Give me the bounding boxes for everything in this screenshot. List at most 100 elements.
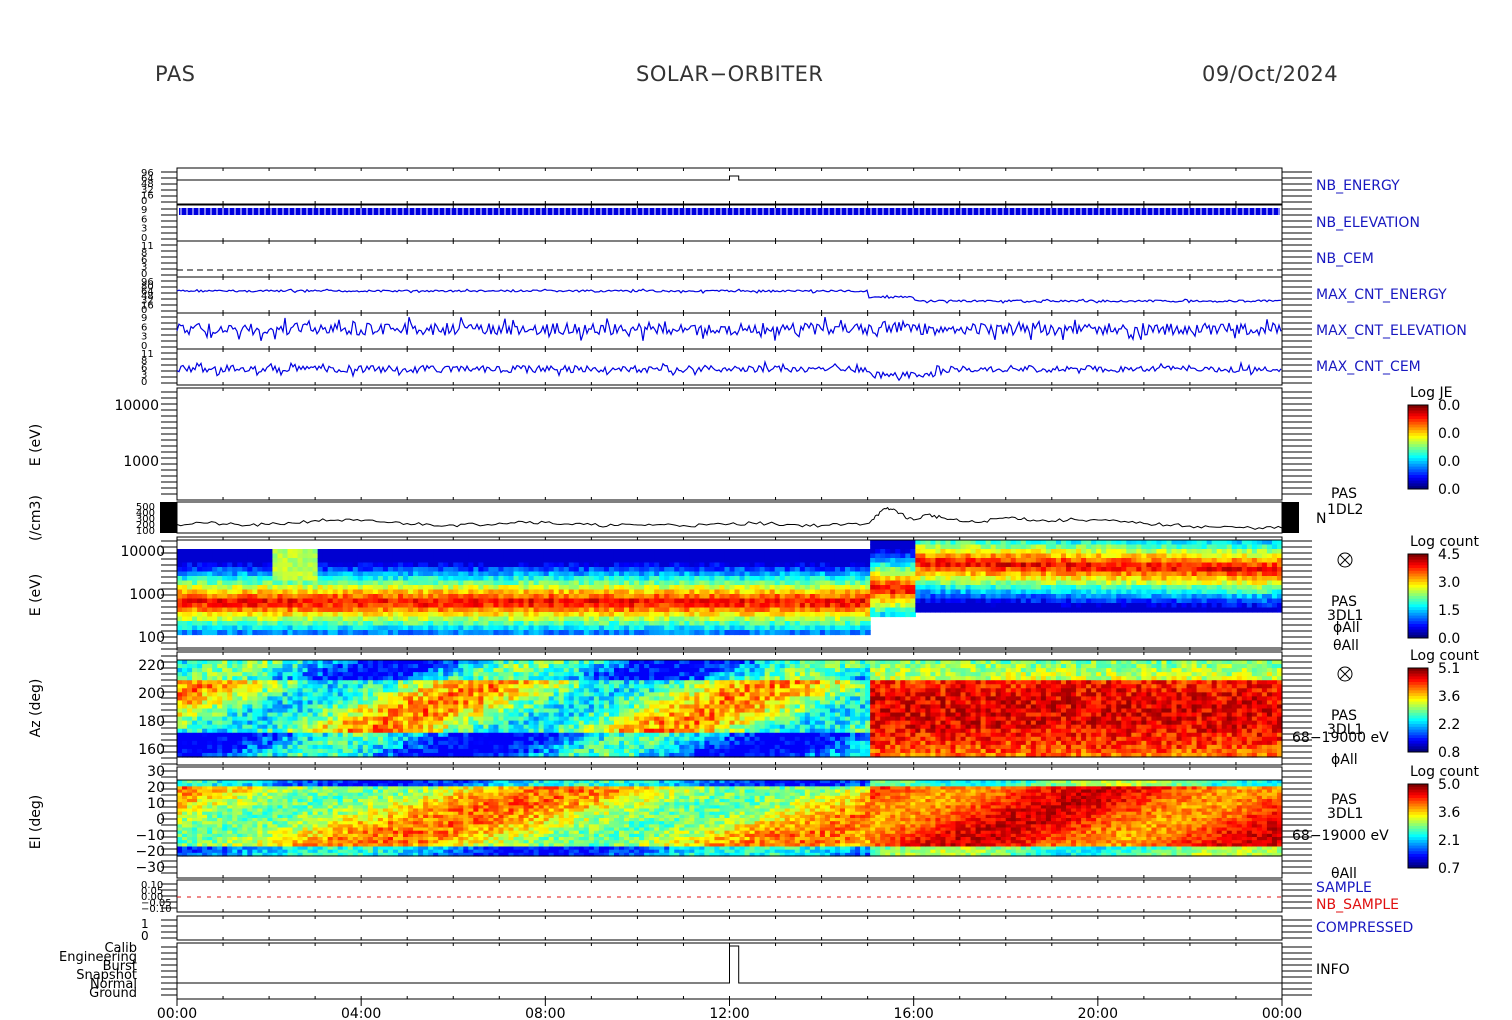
spectrogram-cell (207, 594, 213, 600)
spectrogram-cell (367, 612, 374, 618)
spectrogram-cell (729, 625, 736, 631)
spectrogram-cell (674, 625, 680, 631)
spectrogram-cell (488, 558, 495, 564)
spectrogram-cell (910, 612, 916, 618)
spectrogram-cell (307, 558, 314, 564)
spectrogram-cell (583, 598, 590, 604)
spectrogram-cell (644, 616, 650, 622)
spectrogram-cell (634, 594, 640, 600)
spectrogram-cell (940, 544, 947, 550)
spectrogram-cell (247, 621, 253, 627)
spectrogram-cell (558, 585, 565, 591)
spectrogram-cell (177, 621, 183, 627)
spectrogram-cell (834, 598, 841, 604)
spectrogram-cell (1171, 576, 1178, 582)
spectrogram-cell (845, 562, 851, 568)
spectrogram-cell (563, 580, 570, 586)
spectrogram-cell (232, 576, 238, 582)
spectrogram-cell (1081, 576, 1087, 582)
spectrogram-cell (895, 576, 901, 582)
spectrogram-cell (503, 603, 510, 609)
spectrogram-cell (679, 549, 685, 555)
spectrogram-cell (357, 549, 364, 555)
spectrogram-cell (227, 603, 233, 609)
spectrogram-cell (337, 576, 344, 582)
spectrogram-cell (182, 562, 188, 568)
spectrogram-cell (1066, 562, 1072, 568)
spectrogram-cell (528, 594, 535, 600)
spectrogram-cell (649, 598, 655, 604)
spectrogram-cell (714, 616, 721, 622)
spectrogram-cell (192, 607, 198, 613)
spectrogram-cell (523, 567, 530, 573)
spectrogram-cell (789, 616, 796, 622)
spectrogram-cell (1196, 571, 1203, 577)
spectrogram-cell (965, 558, 972, 564)
spectrogram-cell (910, 567, 916, 573)
spectrogram-cell (1156, 580, 1163, 586)
spectrogram-cell (1081, 562, 1087, 568)
spectrogram-cell (207, 553, 213, 559)
spectrogram-cell (870, 612, 876, 618)
spectrogram-cell (177, 562, 183, 568)
spectrogram-cell (282, 589, 289, 595)
spectrogram-cell (1271, 558, 1278, 564)
spectrogram-cell (654, 589, 660, 595)
spectrogram-cell (774, 607, 781, 613)
spectrogram-cell (975, 589, 982, 595)
spectrogram-cell (1106, 567, 1112, 573)
spectrogram-cell (1005, 598, 1012, 604)
spectrogram-cell (1136, 558, 1142, 564)
spectrogram-cell (337, 549, 344, 555)
spectrogram-cell (433, 571, 439, 577)
spectrogram-cell (1206, 603, 1213, 609)
spectrogram-cell (714, 630, 721, 636)
spectrogram-cell (669, 567, 675, 573)
spectrogram-cell (438, 612, 444, 618)
spectrogram-cell (448, 603, 454, 609)
spectrogram-cell (282, 598, 289, 604)
spectrogram-cell (297, 553, 304, 559)
spectrogram-cell (398, 580, 404, 586)
spectrogram-cell (392, 621, 399, 627)
spectrogram-cell (192, 562, 198, 568)
spectrogram-cell (679, 567, 685, 573)
spectrogram-cell (794, 598, 801, 604)
spectrogram-cell (312, 585, 319, 591)
spectrogram-cell (352, 616, 359, 622)
spectrogram-cell (533, 562, 540, 568)
spectrogram-cell (744, 616, 751, 622)
spectrogram-cell (1266, 544, 1273, 550)
spectrogram-cell (654, 549, 660, 555)
spectrogram-cell (975, 558, 982, 564)
spectrogram-cell (995, 562, 1002, 568)
spectrogram-cell (819, 553, 826, 559)
spectrogram-cell (694, 558, 700, 564)
spectrogram-cell (1000, 562, 1007, 568)
spectrogram-cell (679, 571, 685, 577)
spectrogram-cell (202, 553, 208, 559)
spectrogram-cell (508, 625, 515, 631)
spectrogram-cell (593, 553, 600, 559)
spectrogram-cell (272, 607, 279, 613)
spectrogram-cell (789, 558, 796, 564)
spectrogram-cell (654, 576, 660, 582)
spectrogram-cell (799, 625, 806, 631)
spectrogram-cell (593, 594, 600, 600)
spectrogram-cell (377, 580, 384, 586)
spectrogram-cell (448, 625, 454, 631)
spectrogram-cell (177, 576, 183, 582)
spectrogram-cell (809, 607, 816, 613)
spectrogram-cell (930, 549, 937, 555)
spectrogram-cell (317, 630, 324, 636)
spectrogram-cell (553, 558, 560, 564)
spectrogram-cell (624, 576, 630, 582)
spectrogram-cell (840, 558, 846, 564)
spectrogram-cell (433, 562, 439, 568)
spectrogram-cell (408, 571, 414, 577)
spectrogram-cell (1151, 576, 1158, 582)
spectrogram-cell (684, 607, 690, 613)
spectrogram-cell (1141, 576, 1147, 582)
spectrogram-cell (297, 616, 304, 622)
spectrogram-cell (217, 598, 223, 604)
